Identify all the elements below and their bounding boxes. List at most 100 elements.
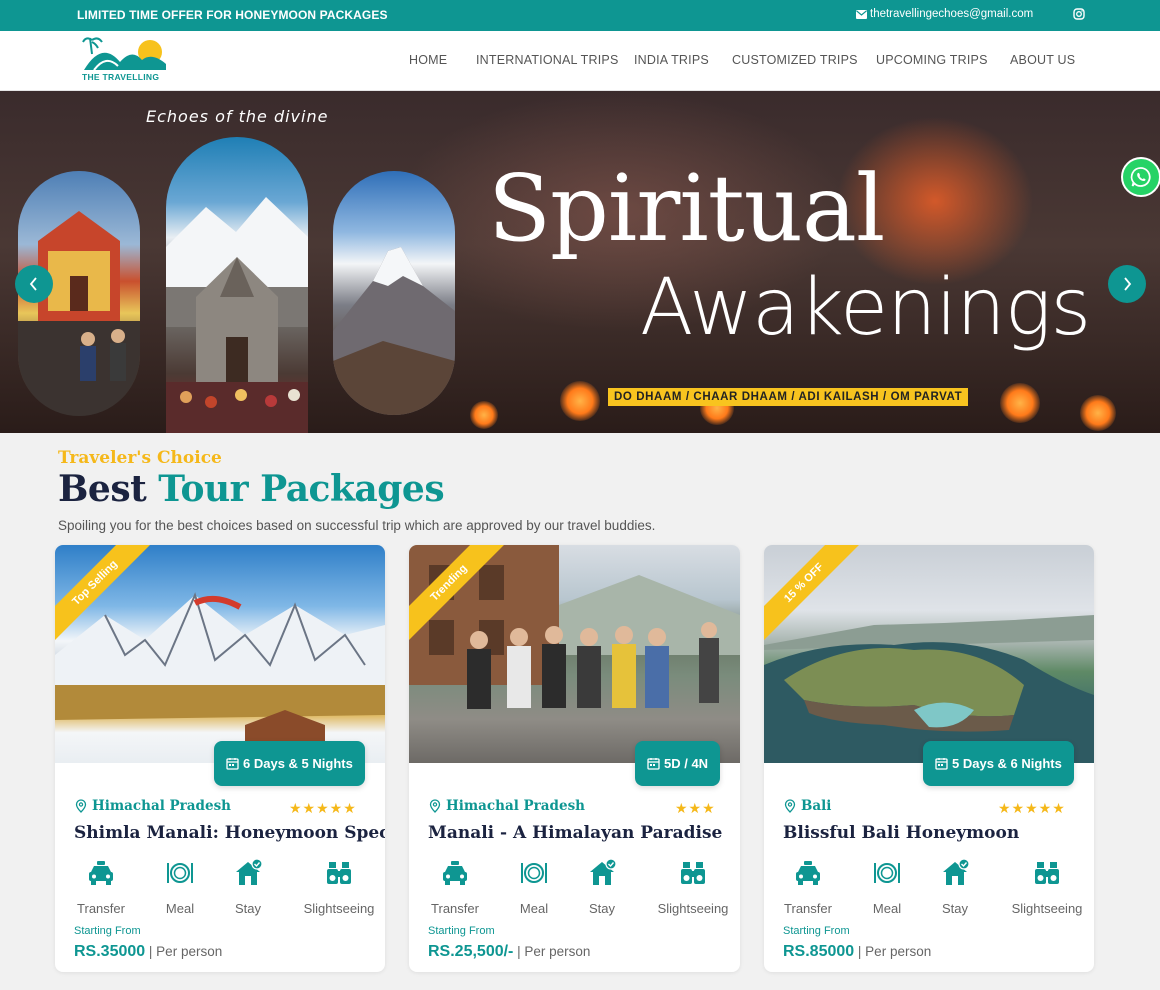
nav-home[interactable]: HOME — [409, 53, 447, 67]
duration-text: 5D / 4N — [664, 756, 709, 771]
amenity-sightseeing: Slightseeing — [299, 858, 379, 916]
hero-banner: Echoes of the divine Spiritual Awakening… — [0, 91, 1160, 433]
package-card[interactable]: Trending 5D / 4N Himachal Pradesh ★★★ Ma… — [409, 545, 740, 972]
price-value: RS.85000 — [783, 943, 855, 960]
amenity-meal: Meal — [510, 858, 558, 916]
calendar-icon — [226, 758, 239, 770]
amenity-transfer: Transfer — [426, 858, 484, 916]
whatsapp-icon — [1130, 167, 1151, 187]
package-location: Bali — [784, 798, 831, 814]
hero-destinations-label: DO DHAAM / CHAAR DHAAM / ADI KAILASH / O… — [608, 388, 969, 406]
amenity-label: Meal — [519, 901, 549, 916]
section-title-part-2: Tour Packages — [158, 468, 445, 510]
amenity-label: Slightseeing — [657, 901, 729, 916]
chevron-left-icon — [29, 277, 37, 291]
meal-plate-icon — [521, 863, 547, 883]
chevron-right-icon — [1124, 277, 1132, 291]
binoculars-icon — [1035, 862, 1059, 884]
package-price: RS.25,500/- | Per person — [428, 943, 590, 961]
section-title-part-1: Best — [58, 468, 147, 510]
nav-international-trips[interactable]: INTERNATIONAL TRIPS — [476, 53, 618, 67]
nav-upcoming-trips[interactable]: UPCOMING TRIPS — [876, 53, 988, 67]
amenity-stay: Stay — [581, 858, 623, 916]
map-pin-icon — [75, 799, 87, 813]
package-location: Himachal Pradesh — [429, 798, 585, 814]
logo-mark-icon — [82, 37, 166, 71]
home-check-icon — [236, 858, 263, 885]
amenity-label: Meal — [165, 901, 195, 916]
price-value: RS.35000 — [74, 943, 146, 960]
email-link[interactable]: thetravellingechoes@gmail.com — [856, 8, 1033, 20]
next-slide-button[interactable] — [1108, 265, 1146, 303]
amenity-transfer: Transfer — [779, 858, 837, 916]
price-unit: | Per person — [145, 944, 223, 959]
package-card[interactable]: 15 % OFF 5 Days & 6 Nights Bali ★★★★★ Bl… — [764, 545, 1094, 972]
diya-glow — [1080, 395, 1116, 431]
amenity-label: Stay — [234, 901, 261, 916]
whatsapp-chat-button[interactable] — [1121, 157, 1160, 197]
duration-text: 5 Days & 6 Nights — [952, 756, 1062, 771]
home-check-icon — [590, 858, 617, 885]
offer-text: LIMITED TIME OFFER FOR HONEYMOON PACKAGE… — [77, 8, 388, 22]
amenity-label: Slightseeing — [303, 901, 375, 916]
binoculars-icon — [327, 862, 351, 884]
nav-customized-trips[interactable]: CUSTOMIZED TRIPS — [732, 53, 858, 67]
envelope-icon — [856, 9, 867, 19]
diya-glow — [470, 401, 498, 429]
star-rating: ★★★ — [675, 800, 716, 816]
amenity-label: Slightseeing — [1011, 901, 1083, 916]
om-parvat-photo — [333, 171, 455, 415]
hero-headline-awakenings: Awakenings — [640, 263, 1091, 353]
package-name[interactable]: Shimla Manali: Honeymoon Special — [74, 823, 385, 843]
amenity-label: Transfer — [784, 901, 832, 916]
hero-headline-spiritual: Spiritual — [488, 155, 885, 262]
section-subtitle: Spoiling you for the best choices based … — [58, 518, 656, 533]
email-text: thetravellingechoes@gmail.com — [870, 8, 1034, 20]
package-name[interactable]: Manali - A Himalayan Paradise — [428, 823, 722, 843]
section-title: Best Tour Packages — [58, 468, 445, 510]
nav-india-trips[interactable]: INDIA TRIPS — [634, 53, 709, 67]
hero-tagline: Echoes of the divine — [146, 107, 329, 126]
package-price: RS.85000 | Per person — [783, 943, 931, 961]
location-text: Himachal Pradesh — [446, 798, 585, 814]
amenity-meal: Meal — [863, 858, 911, 916]
nav-about-us[interactable]: ABOUT US — [1010, 53, 1075, 67]
meal-plate-icon — [167, 863, 193, 883]
diya-glow — [1000, 383, 1040, 423]
duration-badge: 5 Days & 6 Nights — [923, 741, 1074, 786]
diya-glow — [560, 381, 600, 421]
amenity-label: Transfer — [77, 901, 125, 916]
top-bar: LIMITED TIME OFFER FOR HONEYMOON PACKAGE… — [0, 0, 1160, 31]
package-price: RS.35000 | Per person — [74, 943, 222, 961]
binoculars-icon — [681, 862, 705, 884]
starting-from-label: Starting From — [428, 925, 495, 937]
amenity-stay: Stay — [227, 858, 269, 916]
map-pin-icon — [429, 799, 441, 813]
calendar-icon — [647, 758, 660, 770]
amenity-meal: Meal — [156, 858, 204, 916]
starting-from-label: Starting From — [783, 925, 850, 937]
price-unit: | Per person — [854, 944, 932, 959]
site-header: THE TRAVELLING HOME INTERNATIONAL TRIPS … — [0, 31, 1160, 91]
calendar-icon — [935, 758, 948, 770]
amenity-sightseeing: Slightseeing — [653, 858, 733, 916]
taxi-icon — [443, 861, 467, 885]
package-location: Himachal Pradesh — [75, 798, 231, 814]
star-rating: ★★★★★ — [998, 800, 1066, 816]
package-name[interactable]: Blissful Bali Honeymoon — [783, 823, 1019, 843]
section-kicker: Traveler's Choice — [58, 448, 222, 468]
amenity-label: Meal — [872, 901, 902, 916]
amenity-transfer: Transfer — [72, 858, 130, 916]
price-unit: | Per person — [513, 944, 591, 959]
prev-slide-button[interactable] — [15, 265, 53, 303]
site-logo[interactable]: THE TRAVELLING — [80, 34, 170, 88]
home-check-icon — [943, 858, 970, 885]
meal-plate-icon — [874, 863, 900, 883]
package-card[interactable]: Top Selling 6 Days & 5 Nights Himachal P… — [55, 545, 385, 972]
duration-badge: 6 Days & 5 Nights — [214, 741, 365, 786]
price-value: RS.25,500/- — [428, 943, 514, 960]
amenity-stay: Stay — [934, 858, 976, 916]
location-text: Himachal Pradesh — [92, 798, 231, 814]
instagram-icon[interactable] — [1073, 8, 1085, 20]
kedarnath-temple-photo — [166, 137, 308, 433]
